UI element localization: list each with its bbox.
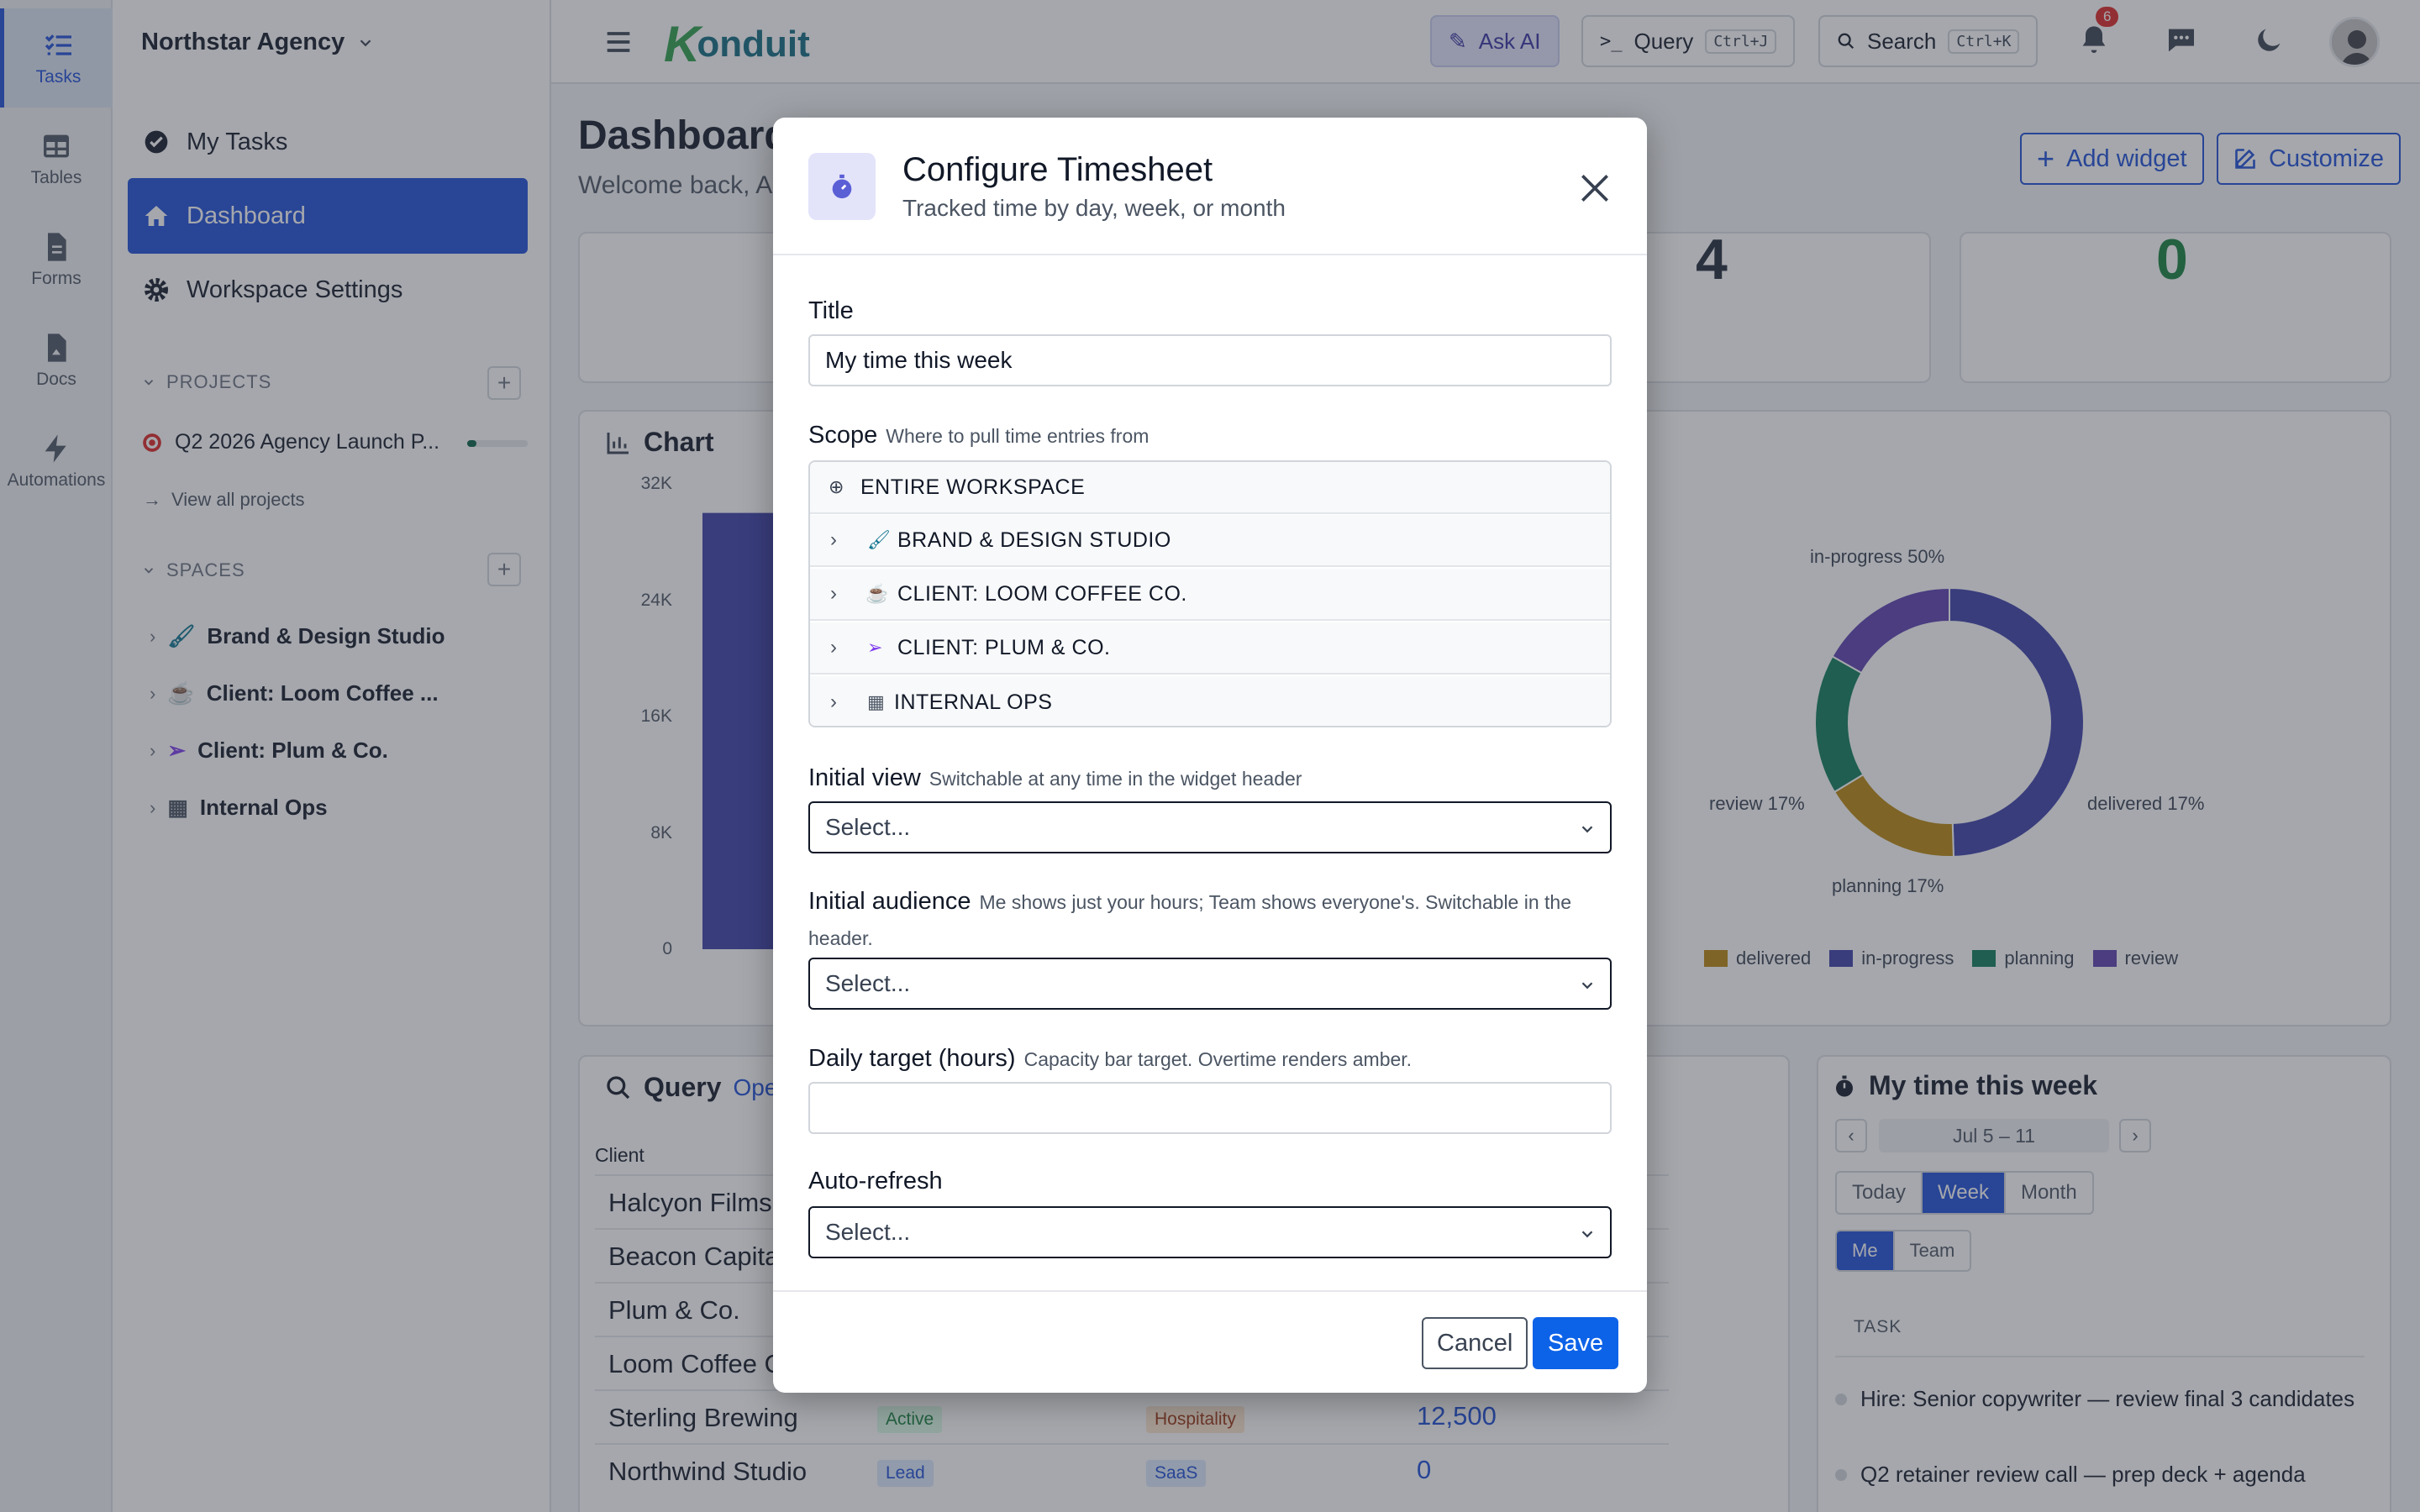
dialog-title: Configure Timesheet — [902, 151, 1213, 188]
save-button[interactable]: Save — [1533, 1317, 1619, 1369]
chevron-right-icon: › — [830, 528, 838, 551]
scope-field-label: Scope Where to pull time entries from — [808, 422, 1149, 449]
initial-view-label: Initial view Switchable at any time in th… — [808, 764, 1302, 792]
dialog-subtitle: Tracked time by day, week, or month — [902, 195, 1286, 221]
select-placeholder: Select... — [825, 1219, 911, 1245]
scope-item-entire-workspace[interactable]: ⊕ ENTIRE WORKSPACE — [810, 462, 1610, 514]
globe-icon: ⊕ — [829, 476, 844, 497]
brush-icon: 🖌 — [867, 529, 892, 550]
scope-item-internal-ops[interactable]: › ▦ INTERNAL OPS — [810, 676, 1610, 726]
initial-audience-label-text: Initial audience — [808, 888, 971, 915]
scope-item-label: CLIENT: LOOM COFFEE CO. — [897, 581, 1187, 606]
scope-item-label: BRAND & DESIGN STUDIO — [897, 528, 1171, 552]
scope-item-plum-co[interactable]: › ➢ CLIENT: PLUM & CO. — [810, 622, 1610, 675]
initial-view-select[interactable]: Select... — [808, 801, 1612, 853]
scope-label-text: Scope — [808, 422, 878, 449]
coffee-icon: ☕ — [865, 583, 889, 604]
stopwatch-icon — [808, 153, 876, 220]
scope-item-label: ENTIRE WORKSPACE — [860, 475, 1086, 499]
cancel-button[interactable]: Cancel — [1422, 1317, 1528, 1369]
chevron-right-icon: › — [830, 582, 838, 605]
chevron-down-icon — [1581, 1231, 1593, 1238]
configure-timesheet-dialog: Configure Timesheet Tracked time by day,… — [773, 118, 1647, 1393]
scope-tree: ⊕ ENTIRE WORKSPACE › 🖌 BRAND & DESIGN ST… — [808, 460, 1612, 727]
auto-refresh-select[interactable]: Select... — [808, 1206, 1612, 1258]
select-placeholder: Select... — [825, 970, 911, 996]
daily-target-input[interactable] — [808, 1082, 1612, 1134]
dialog-footer: Cancel Save — [773, 1290, 1647, 1393]
auto-refresh-label: Auto-refresh — [808, 1168, 943, 1194]
scope-item-label: CLIENT: PLUM & CO. — [897, 635, 1111, 659]
send-icon: ➢ — [867, 637, 883, 658]
scope-item-brand-design[interactable]: › 🖌 BRAND & DESIGN STUDIO — [810, 515, 1610, 567]
initial-view-hint: Switchable at any time in the widget hea… — [929, 768, 1302, 790]
initial-audience-label: Initial audience Me shows just your hours… — [808, 884, 1612, 956]
dialog-header: Configure Timesheet Tracked time by day,… — [773, 118, 1647, 255]
daily-target-hint: Capacity bar target. Overtime renders am… — [1023, 1048, 1413, 1070]
daily-target-label-text: Daily target (hours) — [808, 1045, 1016, 1072]
chevron-down-icon — [1581, 982, 1593, 990]
initial-view-label-text: Initial view — [808, 764, 921, 791]
scope-item-loom-coffee[interactable]: › ☕ CLIENT: LOOM COFFEE CO. — [810, 569, 1610, 621]
chevron-down-icon — [1581, 826, 1593, 833]
initial-audience-select[interactable]: Select... — [808, 958, 1612, 1010]
title-input[interactable]: My time this week — [808, 334, 1612, 386]
scope-item-label: INTERNAL OPS — [894, 690, 1053, 714]
close-icon[interactable] — [1576, 170, 1613, 207]
building-icon: ▦ — [867, 691, 886, 712]
title-field-label: Title — [808, 297, 854, 324]
chevron-right-icon: › — [830, 690, 838, 713]
chevron-right-icon: › — [830, 636, 838, 659]
daily-target-label: Daily target (hours) Capacity bar target.… — [808, 1045, 1412, 1073]
select-placeholder: Select... — [825, 814, 911, 840]
scope-hint: Where to pull time entries from — [886, 425, 1150, 447]
